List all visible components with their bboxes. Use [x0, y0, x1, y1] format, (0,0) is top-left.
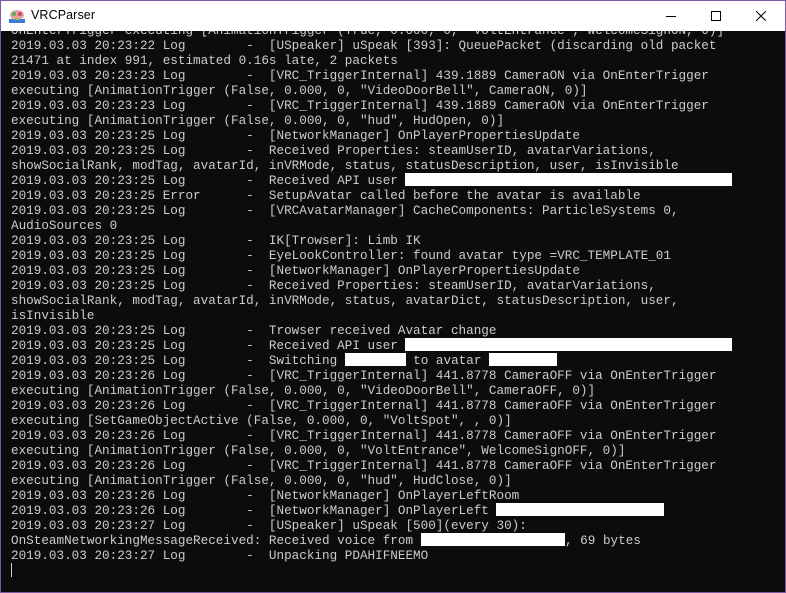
console-line: executing [AnimationTrigger (False, 0.00… — [11, 473, 732, 488]
console-line: 2019.03.03 20:23:22 Log - [USpeaker] uSp… — [11, 38, 732, 53]
console-line: AudioSources 0 — [11, 218, 732, 233]
console-line: 2019.03.03 20:23:23 Log - [VRC_TriggerIn… — [11, 98, 732, 113]
console-text: 2019.03.03 20:23:25 Log - Received API u… — [11, 338, 406, 353]
console-line: showSocialRank, modTag, avatarId, inVRMo… — [11, 293, 732, 308]
console-line: 2019.03.03 20:23:25 Log - Trowser receiv… — [11, 323, 732, 338]
console-text: 2019.03.03 20:23:27 Log - Unpacking PDAH… — [11, 548, 429, 563]
console-line: executing [AnimationTrigger (False, 0.00… — [11, 383, 732, 398]
console-text: OnEnterTrigger executing [AnimationTrigg… — [11, 31, 724, 38]
console-text: 2019.03.03 20:23:25 Log - EyeLookControl… — [11, 248, 671, 263]
console-line: showSocialRank, modTag, avatarId, inVRMo… — [11, 158, 732, 173]
console-line: 2019.03.03 20:23:26 Log - [NetworkManage… — [11, 503, 732, 518]
console-text: 2019.03.03 20:23:22 Log - [USpeaker] uSp… — [11, 38, 717, 53]
window-title: VRCParser — [31, 8, 96, 22]
console-text: 2019.03.03 20:23:25 Log - IK[Trowser]: L… — [11, 233, 421, 248]
console-text: , 69 bytes — [565, 533, 641, 548]
console-line: executing [AnimationTrigger (False, 0.00… — [11, 113, 732, 128]
console-text: OnSteamNetworkingMessageReceived: Receiv… — [11, 533, 421, 548]
console-text: 2019.03.03 20:23:23 Log - [VRC_TriggerIn… — [11, 68, 709, 83]
console-text: showSocialRank, modTag, avatarId, inVRMo… — [11, 293, 679, 308]
console-line: 2019.03.03 20:23:26 Log - [VRC_TriggerIn… — [11, 458, 732, 473]
console-text: executing [AnimationTrigger (False, 0.00… — [11, 83, 588, 98]
console-text: 2019.03.03 20:23:23 Log - [VRC_TriggerIn… — [11, 98, 709, 113]
console-line: OnEnterTrigger executing [AnimationTrigg… — [11, 31, 732, 38]
console-line: OnSteamNetworkingMessageReceived: Receiv… — [11, 533, 732, 548]
console-line: 2019.03.03 20:23:25 Log - Received API u… — [11, 173, 733, 188]
console-lines: OnEnterTrigger executing [AnimationTrigg… — [11, 31, 733, 578]
console-line: 2019.03.03 20:23:25 Log - [NetworkManage… — [11, 263, 732, 278]
console-line: 2019.03.03 20:23:25 Log - [NetworkManage… — [11, 128, 732, 143]
console-text: 21471 at index 991, estimated 0.16s late… — [11, 53, 398, 68]
redacted-block — [344, 353, 406, 366]
console-line — [11, 563, 732, 578]
console-line: isInvisible — [11, 308, 732, 323]
console-text: to avatar — [405, 353, 490, 368]
console-line: 2019.03.03 20:23:26 Log - [VRC_TriggerIn… — [11, 428, 732, 443]
console-text: executing [SetGameObjectActive (False, 0… — [11, 413, 512, 428]
console-line: 2019.03.03 20:23:25 Log - Received Prope… — [11, 143, 732, 158]
console-line: 2019.03.03 20:23:27 Log - [USpeaker] uSp… — [11, 518, 732, 533]
app-window: VRCParser OnEnterTrigger executing [Anim… — [1, 1, 785, 592]
console-text: 2019.03.03 20:23:25 Log - [VRCAvatarMana… — [11, 203, 679, 218]
console-text: 2019.03.03 20:23:25 Log - [NetworkManage… — [11, 263, 580, 278]
console-line: 2019.03.03 20:23:26 Log - [NetworkManage… — [11, 488, 732, 503]
console-text: 2019.03.03 20:23:25 Log - Received Prope… — [11, 278, 656, 293]
console-line: 2019.03.03 20:23:25 Log - [VRCAvatarMana… — [11, 203, 732, 218]
console-line: 21471 at index 991, estimated 0.16s late… — [11, 53, 732, 68]
console-line: 2019.03.03 20:23:26 Log - [VRC_TriggerIn… — [11, 368, 732, 383]
console-text: 2019.03.03 20:23:25 Log - Trowser receiv… — [11, 323, 497, 338]
console-line: executing [AnimationTrigger (False, 0.00… — [11, 83, 732, 98]
console-line: executing [SetGameObjectActive (False, 0… — [11, 413, 732, 428]
console-text: 2019.03.03 20:23:26 Log - [VRC_TriggerIn… — [11, 398, 717, 413]
console-text: 2019.03.03 20:23:26 Log - [NetworkManage… — [11, 503, 497, 518]
console-text: AudioSources 0 — [11, 218, 118, 233]
console-text: executing [AnimationTrigger (False, 0.00… — [11, 443, 626, 458]
console-text: showSocialRank, modTag, avatarId, inVRMo… — [11, 158, 679, 173]
console-line: 2019.03.03 20:23:25 Error - SetupAvatar … — [11, 188, 732, 203]
console-line: 2019.03.03 20:23:26 Log - [VRC_TriggerIn… — [11, 398, 732, 413]
maximize-button[interactable] — [693, 1, 738, 31]
maximize-icon — [710, 11, 721, 21]
redacted-block — [489, 353, 558, 366]
console-text: 2019.03.03 20:23:25 Log - [NetworkManage… — [11, 128, 580, 143]
minimize-button[interactable] — [648, 1, 693, 31]
console-line: 2019.03.03 20:23:25 Log - Switching to a… — [11, 353, 732, 368]
console-text: 2019.03.03 20:23:25 Log - Received API u… — [11, 173, 406, 188]
console-line: 2019.03.03 20:23:25 Log - Received API u… — [11, 338, 733, 353]
title-bar[interactable]: VRCParser — [1, 1, 785, 31]
console-line: 2019.03.03 20:23:25 Log - IK[Trowser]: L… — [11, 233, 732, 248]
console-line: 2019.03.03 20:23:27 Log - Unpacking PDAH… — [11, 548, 732, 563]
console-text: 2019.03.03 20:23:26 Log - [NetworkManage… — [11, 488, 520, 503]
console-line: 2019.03.03 20:23:23 Log - [VRC_TriggerIn… — [11, 68, 732, 83]
redacted-block — [496, 503, 664, 516]
console-text: 2019.03.03 20:23:25 Error - SetupAvatar … — [11, 188, 641, 203]
minimize-icon — [665, 16, 676, 17]
console-line: 2019.03.03 20:23:25 Log - EyeLookControl… — [11, 248, 732, 263]
close-button[interactable] — [738, 1, 783, 31]
redacted-block — [420, 533, 566, 546]
text-cursor — [11, 563, 12, 577]
console-text: 2019.03.03 20:23:26 Log - [VRC_TriggerIn… — [11, 428, 717, 443]
console-text: 2019.03.03 20:23:25 Log - Received Prope… — [11, 143, 656, 158]
console-text: 2019.03.03 20:23:26 Log - [VRC_TriggerIn… — [11, 458, 717, 473]
console-line: 2019.03.03 20:23:25 Log - Received Prope… — [11, 278, 732, 293]
console-text: isInvisible — [11, 308, 95, 323]
console-line: executing [AnimationTrigger (False, 0.00… — [11, 443, 732, 458]
console-text: 2019.03.03 20:23:26 Log - [VRC_TriggerIn… — [11, 368, 717, 383]
console-text: executing [AnimationTrigger (False, 0.00… — [11, 113, 505, 128]
close-icon — [755, 11, 766, 21]
app-icon — [9, 9, 25, 23]
console-text: executing [AnimationTrigger (False, 0.00… — [11, 473, 512, 488]
console-text: 2019.03.03 20:23:27 Log - [USpeaker] uSp… — [11, 518, 527, 533]
console-output[interactable]: OnEnterTrigger executing [AnimationTrigg… — [1, 31, 785, 592]
console-text: 2019.03.03 20:23:25 Log - Switching — [11, 353, 345, 368]
redacted-block — [405, 338, 733, 351]
console-text: executing [AnimationTrigger (False, 0.00… — [11, 383, 596, 398]
redacted-block — [405, 173, 733, 186]
